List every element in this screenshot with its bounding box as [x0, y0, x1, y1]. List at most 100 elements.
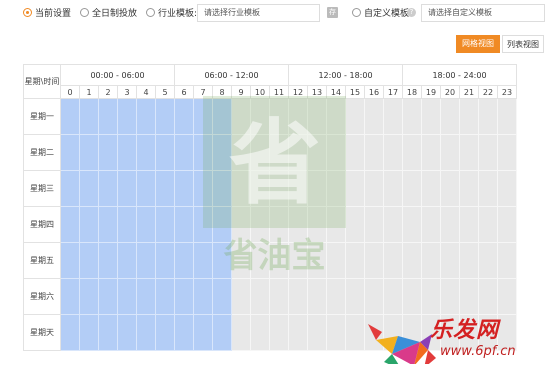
- time-cell-selected[interactable]: [174, 314, 194, 351]
- time-cell-selected[interactable]: [174, 206, 194, 243]
- time-cell-selected[interactable]: [212, 98, 232, 135]
- time-cell[interactable]: [364, 314, 384, 351]
- radio-industry-template[interactable]: 行业模板:: [146, 6, 197, 19]
- time-group-header[interactable]: 00:00 - 06:00: [60, 64, 175, 86]
- time-cell-selected[interactable]: [98, 314, 118, 351]
- day-label[interactable]: 星期六: [23, 278, 61, 315]
- time-cell[interactable]: [269, 134, 289, 171]
- time-group-header[interactable]: 06:00 - 12:00: [174, 64, 289, 86]
- time-cell[interactable]: [231, 170, 251, 207]
- time-cell-selected[interactable]: [79, 242, 99, 279]
- time-cell-selected[interactable]: [60, 170, 80, 207]
- time-cell[interactable]: [402, 314, 422, 351]
- grid-view-button[interactable]: 网格视图: [456, 35, 500, 53]
- time-cell[interactable]: [250, 278, 270, 315]
- time-cell[interactable]: [326, 314, 346, 351]
- time-cell[interactable]: [345, 170, 365, 207]
- time-cell-selected[interactable]: [155, 98, 175, 135]
- time-cell[interactable]: [421, 98, 441, 135]
- time-cell-selected[interactable]: [98, 242, 118, 279]
- hour-header[interactable]: 12: [288, 85, 308, 99]
- time-cell[interactable]: [383, 314, 403, 351]
- list-view-button[interactable]: 列表视图: [502, 35, 544, 53]
- time-cell-selected[interactable]: [193, 206, 213, 243]
- time-cell[interactable]: [345, 278, 365, 315]
- time-cell-selected[interactable]: [79, 98, 99, 135]
- time-cell[interactable]: [269, 206, 289, 243]
- time-cell-selected[interactable]: [79, 206, 99, 243]
- time-cell[interactable]: [440, 206, 460, 243]
- time-cell-selected[interactable]: [136, 242, 156, 279]
- help-icon[interactable]: ?: [407, 8, 416, 17]
- time-cell[interactable]: [459, 278, 479, 315]
- time-cell[interactable]: [402, 278, 422, 315]
- time-cell[interactable]: [231, 134, 251, 171]
- time-cell-selected[interactable]: [60, 134, 80, 171]
- time-cell[interactable]: [307, 98, 327, 135]
- time-cell-selected[interactable]: [79, 314, 99, 351]
- time-cell[interactable]: [383, 206, 403, 243]
- time-group-header[interactable]: 18:00 - 24:00: [402, 64, 517, 86]
- hour-header[interactable]: 21: [459, 85, 479, 99]
- time-cell-selected[interactable]: [60, 98, 80, 135]
- time-cell-selected[interactable]: [136, 170, 156, 207]
- time-cell-selected[interactable]: [212, 206, 232, 243]
- time-cell-selected[interactable]: [155, 278, 175, 315]
- time-cell[interactable]: [269, 242, 289, 279]
- time-cell[interactable]: [497, 314, 517, 351]
- time-cell-selected[interactable]: [155, 314, 175, 351]
- time-cell-selected[interactable]: [98, 206, 118, 243]
- time-cell[interactable]: [497, 242, 517, 279]
- hour-header[interactable]: 13: [307, 85, 327, 99]
- time-cell[interactable]: [288, 98, 308, 135]
- time-cell[interactable]: [402, 242, 422, 279]
- time-cell-selected[interactable]: [60, 278, 80, 315]
- hour-header[interactable]: 15: [345, 85, 365, 99]
- time-cell[interactable]: [231, 314, 251, 351]
- hour-header[interactable]: 8: [212, 85, 232, 99]
- time-cell[interactable]: [440, 170, 460, 207]
- radio-custom-template[interactable]: 自定义模板:: [352, 6, 412, 19]
- time-cell-selected[interactable]: [136, 98, 156, 135]
- time-cell[interactable]: [288, 170, 308, 207]
- time-cell[interactable]: [459, 134, 479, 171]
- time-cell[interactable]: [250, 242, 270, 279]
- time-cell-selected[interactable]: [117, 278, 137, 315]
- time-cell[interactable]: [421, 170, 441, 207]
- time-cell[interactable]: [364, 242, 384, 279]
- time-cell[interactable]: [326, 206, 346, 243]
- time-cell[interactable]: [307, 206, 327, 243]
- time-cell[interactable]: [307, 314, 327, 351]
- hour-header[interactable]: 10: [250, 85, 270, 99]
- time-cell[interactable]: [345, 242, 365, 279]
- hour-header[interactable]: 16: [364, 85, 384, 99]
- time-cell[interactable]: [497, 206, 517, 243]
- time-cell-selected[interactable]: [136, 278, 156, 315]
- time-cell[interactable]: [288, 242, 308, 279]
- time-cell-selected[interactable]: [174, 242, 194, 279]
- time-cell[interactable]: [440, 314, 460, 351]
- time-cell[interactable]: [497, 170, 517, 207]
- time-cell[interactable]: [478, 98, 498, 135]
- time-cell-selected[interactable]: [60, 314, 80, 351]
- time-cell[interactable]: [231, 278, 251, 315]
- hour-header[interactable]: 9: [231, 85, 251, 99]
- time-cell-selected[interactable]: [136, 206, 156, 243]
- time-cell[interactable]: [269, 278, 289, 315]
- time-cell[interactable]: [497, 98, 517, 135]
- day-label[interactable]: 星期一: [23, 98, 61, 135]
- time-cell[interactable]: [250, 134, 270, 171]
- time-cell[interactable]: [402, 170, 422, 207]
- day-label[interactable]: 星期三: [23, 170, 61, 207]
- time-cell[interactable]: [440, 98, 460, 135]
- hour-header[interactable]: 4: [136, 85, 156, 99]
- time-cell[interactable]: [250, 206, 270, 243]
- time-cell[interactable]: [478, 314, 498, 351]
- hour-header[interactable]: 17: [383, 85, 403, 99]
- time-cell[interactable]: [383, 278, 403, 315]
- time-cell-selected[interactable]: [155, 242, 175, 279]
- time-cell-selected[interactable]: [193, 134, 213, 171]
- time-cell[interactable]: [326, 98, 346, 135]
- time-cell[interactable]: [383, 134, 403, 171]
- time-cell[interactable]: [288, 206, 308, 243]
